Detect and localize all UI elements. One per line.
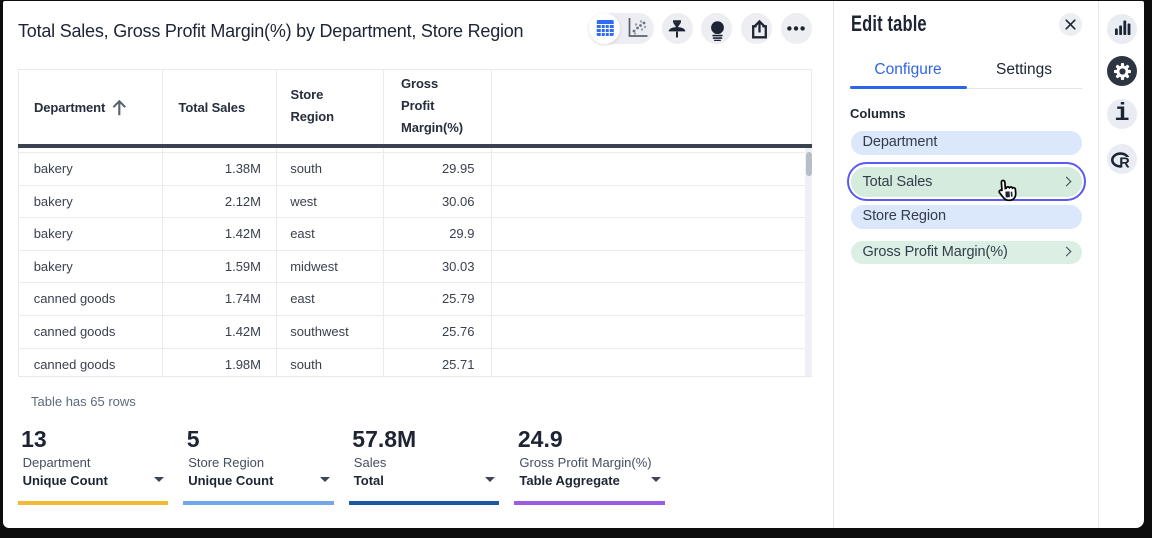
svg-text:R: R	[1119, 156, 1130, 171]
